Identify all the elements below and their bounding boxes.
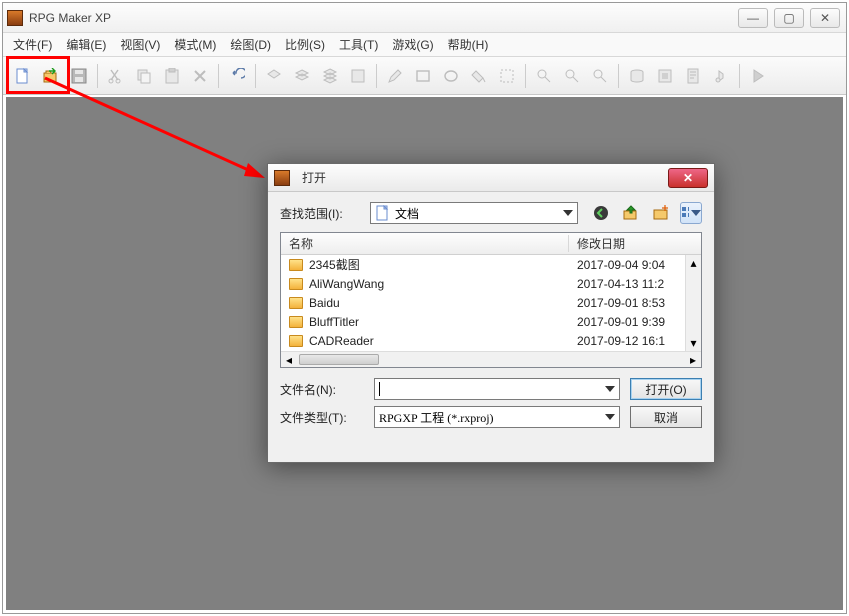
nav-viewmenu-icon[interactable] bbox=[680, 202, 702, 224]
tb-materials-icon[interactable] bbox=[651, 62, 679, 90]
nav-back-icon[interactable] bbox=[590, 202, 612, 224]
filetype-dropdown[interactable]: RPGXP 工程 (*.rxproj) bbox=[374, 406, 620, 428]
menu-scale[interactable]: 比例(S) bbox=[285, 36, 325, 53]
file-list: 名称 修改日期 2345截图 2017-09-04 9:04 AliWangWang… bbox=[280, 232, 702, 368]
folder-icon bbox=[289, 335, 303, 347]
col-name-header[interactable]: 名称 bbox=[281, 235, 569, 252]
menu-tools[interactable]: 工具(T) bbox=[339, 36, 378, 53]
item-name: 2345截图 bbox=[309, 256, 360, 273]
doc-folder-icon bbox=[375, 205, 391, 221]
close-button[interactable]: ✕ bbox=[810, 8, 840, 28]
folder-icon bbox=[289, 297, 303, 309]
annotation-arrow bbox=[40, 68, 280, 198]
tb-pencil-icon[interactable] bbox=[381, 62, 409, 90]
scrollbar-horizontal[interactable]: ◂ ▸ bbox=[281, 351, 701, 367]
scroll-up-icon[interactable]: ▴ bbox=[686, 255, 701, 271]
tb-events-icon[interactable] bbox=[344, 62, 372, 90]
nav-newfolder-icon[interactable] bbox=[650, 202, 672, 224]
tb-sound-icon[interactable] bbox=[707, 62, 735, 90]
item-date: 2017-09-04 9:04 bbox=[569, 258, 701, 272]
folder-icon bbox=[289, 316, 303, 328]
item-date: 2017-09-12 16:1 bbox=[569, 334, 701, 348]
dialog-titlebar[interactable]: 打开 ✕ bbox=[268, 164, 714, 192]
scrollbar-vertical[interactable]: ▴ ▾ bbox=[685, 255, 701, 351]
filetype-label: 文件类型(T): bbox=[280, 409, 364, 426]
dialog-icon bbox=[274, 170, 290, 186]
folder-icon bbox=[289, 259, 303, 271]
tb-zoom3-icon[interactable] bbox=[586, 62, 614, 90]
scroll-thumb[interactable] bbox=[299, 354, 379, 365]
maximize-button[interactable]: ▢ bbox=[774, 8, 804, 28]
item-date: 2017-09-01 8:53 bbox=[569, 296, 701, 310]
dropdown-caret-icon bbox=[563, 210, 573, 216]
folder-icon bbox=[289, 278, 303, 290]
tb-rect-icon[interactable] bbox=[409, 62, 437, 90]
item-date: 2017-04-13 11:2 bbox=[569, 277, 701, 291]
look-in-value: 文档 bbox=[395, 205, 419, 222]
item-date: 2017-09-01 9:39 bbox=[569, 315, 701, 329]
look-in-label: 查找范围(I): bbox=[280, 205, 364, 222]
list-item[interactable]: 2345截图 2017-09-04 9:04 bbox=[281, 255, 701, 274]
tb-play-icon[interactable] bbox=[744, 62, 772, 90]
list-item[interactable]: CADReader 2017-09-12 16:1 bbox=[281, 331, 701, 350]
item-name: AliWangWang bbox=[309, 277, 384, 291]
app-icon bbox=[7, 10, 23, 26]
dialog-title: 打开 bbox=[302, 169, 668, 186]
list-item[interactable]: BluffTitler 2017-09-01 9:39 bbox=[281, 312, 701, 331]
tb-select-icon[interactable] bbox=[493, 62, 521, 90]
item-name: Baidu bbox=[309, 296, 340, 310]
list-item[interactable]: Baidu 2017-09-01 8:53 bbox=[281, 293, 701, 312]
filename-input[interactable] bbox=[374, 378, 620, 400]
menu-view[interactable]: 视图(V) bbox=[120, 36, 160, 53]
tb-fill-icon[interactable] bbox=[465, 62, 493, 90]
tb-zoom1-icon[interactable] bbox=[530, 62, 558, 90]
nav-up-icon[interactable] bbox=[620, 202, 642, 224]
tb-layer3-icon[interactable] bbox=[316, 62, 344, 90]
tb-zoom2-icon[interactable] bbox=[558, 62, 586, 90]
col-date-header[interactable]: 修改日期 bbox=[569, 235, 701, 252]
tb-database-icon[interactable] bbox=[623, 62, 651, 90]
dialog-close-button[interactable]: ✕ bbox=[668, 168, 708, 188]
scroll-down-icon[interactable]: ▾ bbox=[686, 335, 701, 351]
item-name: BluffTitler bbox=[309, 315, 359, 329]
cancel-button[interactable]: 取消 bbox=[630, 406, 702, 428]
tb-layer2-icon[interactable] bbox=[288, 62, 316, 90]
list-item[interactable]: AliWangWang 2017-04-13 11:2 bbox=[281, 274, 701, 293]
scroll-left-icon[interactable]: ◂ bbox=[281, 353, 297, 367]
scroll-right-icon[interactable]: ▸ bbox=[685, 353, 701, 367]
app-title: RPG Maker XP bbox=[29, 11, 738, 25]
filetype-caret-icon bbox=[605, 414, 615, 420]
menu-edit[interactable]: 编辑(E) bbox=[66, 36, 106, 53]
minimize-button[interactable]: — bbox=[738, 8, 768, 28]
look-in-dropdown[interactable]: 文档 bbox=[370, 202, 578, 224]
tb-script-icon[interactable] bbox=[679, 62, 707, 90]
open-dialog: 打开 ✕ 查找范围(I): 文档 名称 修改日期 bbox=[267, 163, 715, 463]
main-titlebar[interactable]: RPG Maker XP — ▢ ✕ bbox=[3, 3, 846, 33]
menu-file[interactable]: 文件(F) bbox=[13, 36, 52, 53]
menu-game[interactable]: 游戏(G) bbox=[392, 36, 433, 53]
filename-caret-icon bbox=[605, 386, 615, 392]
open-button[interactable]: 打开(O) bbox=[630, 378, 702, 400]
filename-label: 文件名(N): bbox=[280, 381, 364, 398]
item-name: CADReader bbox=[309, 334, 374, 348]
menu-draw[interactable]: 绘图(D) bbox=[230, 36, 271, 53]
menu-mode[interactable]: 模式(M) bbox=[174, 36, 216, 53]
menu-bar: 文件(F) 编辑(E) 视图(V) 模式(M) 绘图(D) 比例(S) 工具(T… bbox=[3, 33, 846, 57]
menu-help[interactable]: 帮助(H) bbox=[448, 36, 489, 53]
filetype-value: RPGXP 工程 (*.rxproj) bbox=[379, 409, 494, 426]
tb-ellipse-icon[interactable] bbox=[437, 62, 465, 90]
